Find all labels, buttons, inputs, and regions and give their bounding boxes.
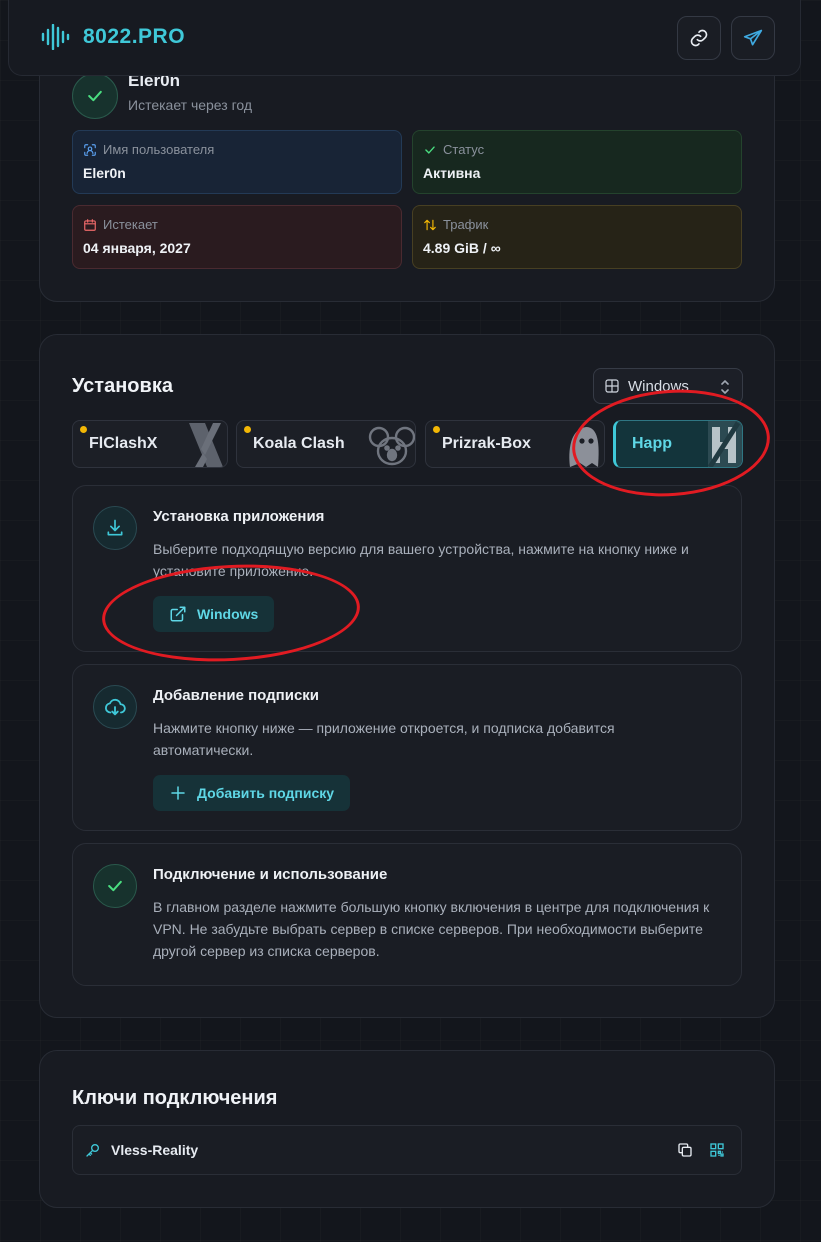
download-icon: [107, 519, 123, 536]
link-icon: [690, 29, 708, 47]
app-tab-label: Koala Clash: [253, 435, 345, 452]
qr-code-icon[interactable]: [709, 1142, 725, 1158]
calendar-icon: [84, 218, 96, 231]
app-tab-label: FlClashX: [89, 435, 158, 452]
app-tab-happ[interactable]: Happ: [613, 420, 743, 468]
check-icon: [108, 880, 122, 892]
add-subscription-button[interactable]: Добавить подписку: [153, 775, 351, 811]
app-tab-label: Happ: [632, 435, 672, 452]
stat-traffic-value: 4.89 GiB / ∞: [423, 240, 501, 256]
brand-logo[interactable]: 8022.PRO: [41, 24, 185, 50]
step-icon-wrap: [93, 506, 137, 550]
stat-username-label: Имя пользователя: [103, 142, 215, 157]
step-description: Нажмите кнопку ниже — приложение откроет…: [153, 720, 615, 758]
external-link-icon: [170, 606, 186, 622]
stat-expires-label: Истекает: [103, 217, 158, 232]
waveform-logo-icon: [41, 24, 70, 50]
windows-icon: [605, 379, 619, 393]
stat-username-value: Eler0n: [83, 165, 126, 181]
step-title: Добавление подписки: [153, 687, 320, 704]
step-icon-wrap: [93, 685, 137, 729]
connection-keys-card: Ключи подключения Vless-Reality: [39, 1050, 775, 1208]
chevron-up-down-icon: [721, 380, 729, 394]
new-badge-dot: [80, 426, 87, 433]
step-title: Подключение и использование: [153, 866, 388, 883]
download-windows-button[interactable]: Windows: [153, 596, 275, 632]
arrows-up-down-icon: [424, 219, 436, 230]
os-select-dropdown[interactable]: Windows: [593, 368, 743, 404]
os-select-value: Windows: [628, 377, 689, 395]
link-button[interactable]: [677, 16, 721, 60]
install-card: Установка Windows FlClashX Koala Clash P: [39, 334, 775, 1018]
stat-status: Статус Активна: [412, 130, 742, 194]
app-tab-koala-clash[interactable]: Koala Clash: [236, 420, 416, 468]
key-icon: [86, 1144, 99, 1157]
step-connect-use: Подключение и использование В главном ра…: [72, 843, 742, 986]
stat-expires-value: 04 января, 2027: [83, 240, 191, 256]
check-icon: [88, 90, 102, 102]
profile-card: Eler0n Истекает через год Имя пользовате…: [39, 40, 775, 302]
cloud-download-icon: [104, 698, 126, 716]
top-header: 8022.PRO: [8, 0, 801, 76]
app-tab-prizrak-box[interactable]: Prizrak-Box: [425, 420, 605, 468]
add-subscription-label: Добавить подписку: [197, 785, 335, 801]
app-tab-flclashx[interactable]: FlClashX: [72, 420, 228, 468]
flclashx-logo-icon: [189, 423, 223, 467]
new-badge-dot: [244, 426, 251, 433]
step-description: Выберите подходящую версию для вашего ус…: [153, 541, 689, 579]
happ-logo-icon: [708, 421, 742, 467]
profile-expiry-subtitle: Истекает через год: [128, 97, 253, 113]
step-icon-wrap: [93, 864, 137, 908]
active-check-badge: [72, 73, 118, 119]
plus-icon: [171, 786, 185, 800]
check-icon: [425, 145, 435, 154]
install-section-title: Установка: [72, 375, 173, 397]
stat-username: Имя пользователя Eler0n: [72, 130, 402, 194]
step-title: Установка приложения: [153, 508, 325, 525]
step-description: В главном разделе нажмите большую кнопку…: [153, 899, 710, 959]
new-badge-dot: [433, 426, 440, 433]
stat-status-value: Активна: [423, 165, 481, 181]
copy-icon[interactable]: [677, 1142, 693, 1158]
key-row-vless-reality[interactable]: Vless-Reality: [72, 1125, 742, 1175]
telegram-button[interactable]: [731, 16, 775, 60]
download-windows-label: Windows: [197, 606, 259, 622]
key-label: Vless-Reality: [111, 1142, 199, 1158]
app-tab-label: Prizrak-Box: [442, 435, 531, 452]
step-add-subscription: Добавление подписки Нажмите кнопку ниже …: [72, 664, 742, 831]
telegram-send-icon: [743, 29, 763, 46]
koala-logo-icon: [368, 426, 415, 466]
stat-expires: Истекает 04 января, 2027: [72, 205, 402, 269]
ghost-logo-icon: [569, 427, 599, 467]
brand-name: 8022.PRO: [83, 25, 186, 48]
step-install-app: Установка приложения Выберите подходящую…: [72, 485, 742, 652]
keys-section-title: Ключи подключения: [72, 1087, 278, 1109]
stat-status-label: Статус: [443, 142, 485, 157]
stat-traffic-label: Трафик: [443, 217, 489, 232]
user-scan-icon: [84, 143, 96, 156]
stat-traffic: Трафик 4.89 GiB / ∞: [412, 205, 742, 269]
